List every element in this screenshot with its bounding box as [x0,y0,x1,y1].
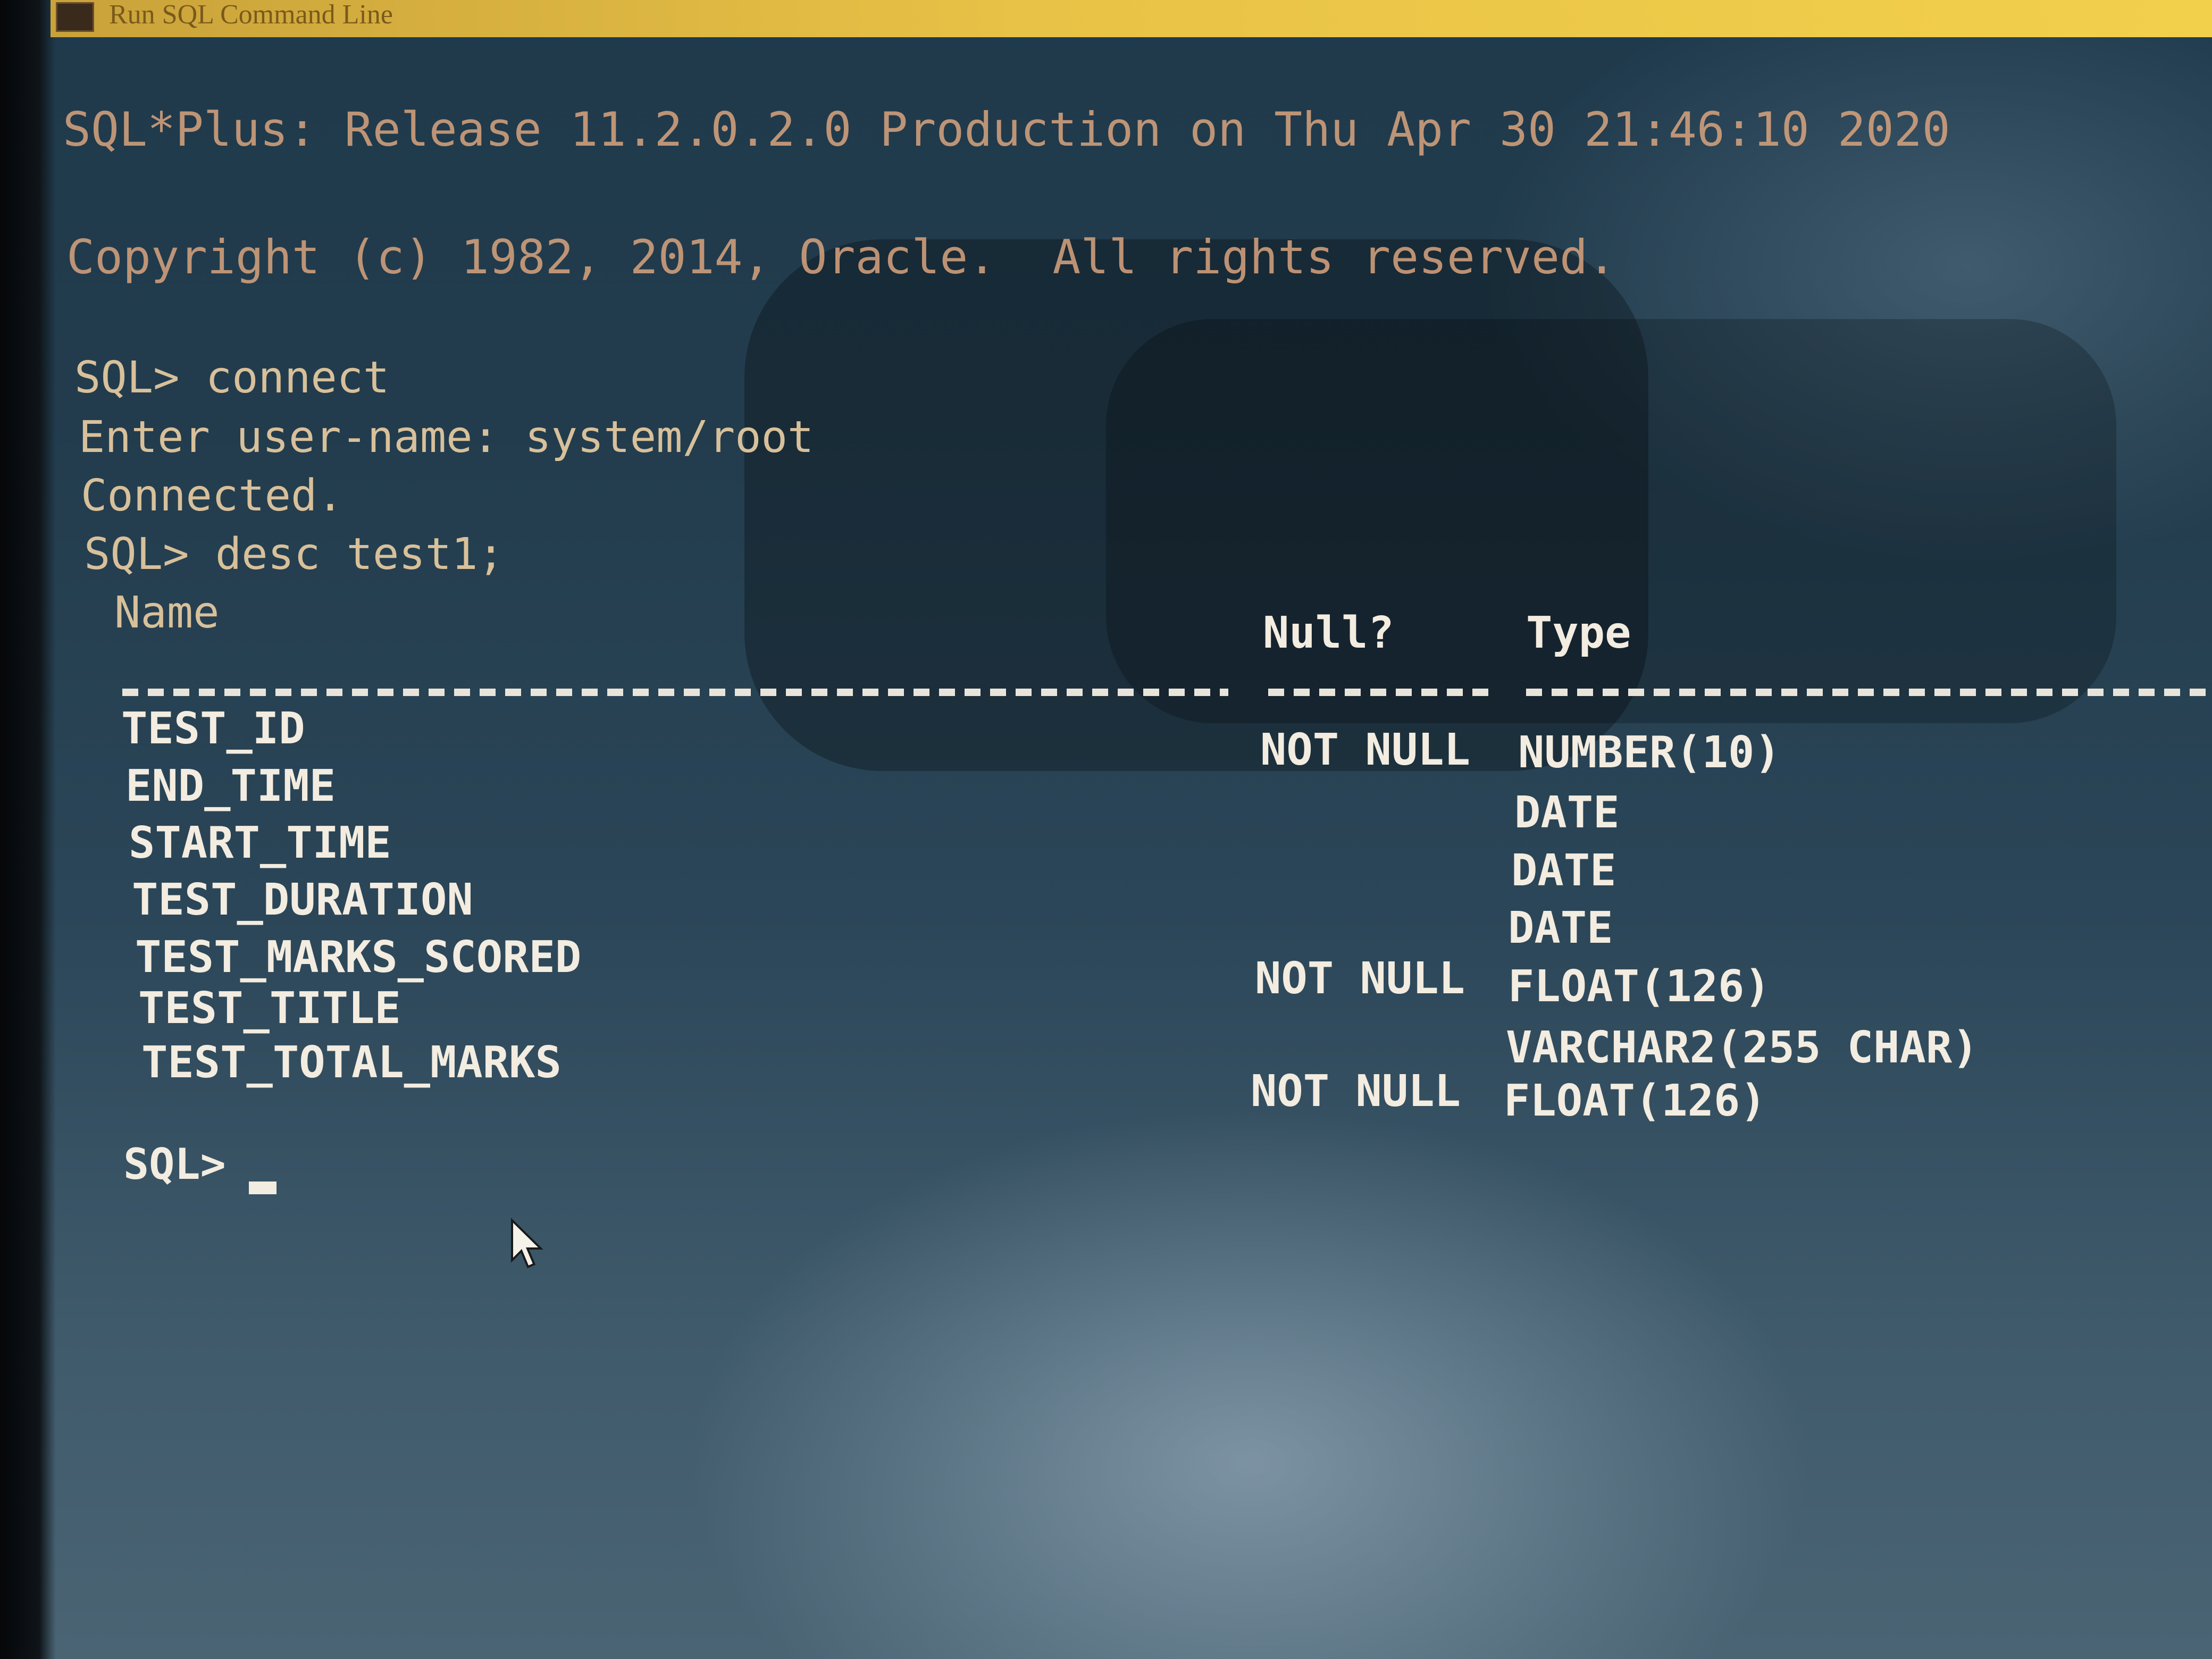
null-constraint-cell: NOT NULL [1251,1066,1461,1117]
column-name-cell: START_TIME [129,818,391,868]
monitor-bezel [0,0,56,1659]
sql-app-icon[interactable] [56,2,94,32]
column-header-type: Type [1526,608,1631,658]
data-type-cell: DATE [1508,903,1613,953]
data-type-cell: NUMBER(10) [1518,727,1781,778]
window-title: Run SQL Command Line [109,0,393,30]
separator-type [1526,689,2212,696]
column-name-cell: END_TIME [125,761,336,811]
connected-message: Connected. [81,471,343,521]
username-prompt: Enter user-name: system/root [79,412,814,463]
connect-command: SQL> connect [74,353,390,403]
data-type-cell: DATE [1511,845,1616,896]
terminal-screen[interactable]: Run SQL Command Line SQL*Plus: Release 1… [0,0,2212,1659]
column-name-cell: TEST_ID [121,703,305,754]
data-type-cell: VARCHAR2(255 CHAR) [1506,1023,1979,1073]
release-banner: SQL*Plus: Release 11.2.0.2.0 Production … [63,102,1950,157]
text-cursor-icon [249,1182,276,1194]
data-type-cell: DATE [1514,787,1620,838]
column-name-cell: TEST_TITLE [138,983,401,1034]
column-name-cell: TEST_TOTAL_MARKS [141,1037,562,1088]
column-header-name: Name [114,588,220,638]
column-name-cell: TEST_DURATION [132,875,473,925]
data-type-cell: FLOAT(126) [1504,1076,1766,1126]
sql-prompt[interactable]: SQL> [123,1143,226,1186]
screen-reflection [1106,319,2116,723]
null-constraint-cell: NOT NULL [1260,725,1470,775]
copyright-banner: Copyright (c) 1982, 2014, Oracle. All ri… [66,230,1616,284]
separator-null [1268,689,1492,696]
column-name-cell: TEST_MARKS_SCORED [135,932,582,983]
column-header-null: Null? [1263,608,1394,658]
desc-command: SQL> desc test1; [84,529,504,580]
null-constraint-cell: NOT NULL [1255,953,1465,1004]
data-type-cell: FLOAT(126) [1508,961,1771,1012]
separator-name [122,689,1228,696]
mouse-pointer-icon [511,1218,543,1269]
